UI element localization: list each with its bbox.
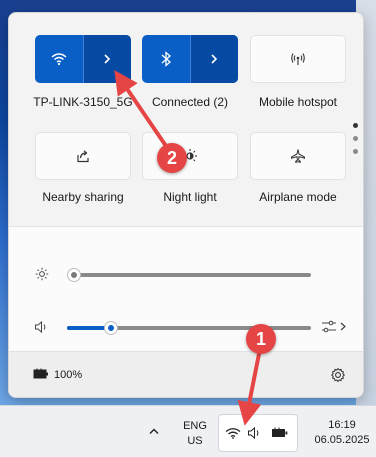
- page-dot-2[interactable]: [353, 136, 358, 141]
- bluetooth-label: Connected (2): [151, 95, 229, 109]
- battery-icon: [272, 427, 288, 437]
- airplane-mode-label: Airplane mode: [259, 190, 337, 204]
- hotspot-icon: [291, 53, 305, 65]
- chevron-right-icon: [104, 54, 111, 64]
- language-indicator[interactable]: ENG US: [178, 420, 212, 447]
- quick-settings-footer: 100%: [9, 351, 363, 397]
- share-icon: [77, 150, 89, 163]
- chevron-up-icon[interactable]: [148, 426, 160, 436]
- wifi-label: TP-LINK-3150_5G: [33, 95, 133, 109]
- page-dot-3[interactable]: [353, 149, 358, 154]
- page-indicator[interactable]: [353, 123, 359, 163]
- mobile-hotspot-tile[interactable]: [250, 35, 346, 83]
- sliders-section: [9, 226, 363, 352]
- volume-row: [9, 318, 363, 338]
- wifi-tile[interactable]: [35, 35, 131, 83]
- page-dot-1[interactable]: [353, 123, 358, 128]
- night-light-label: Night light: [163, 190, 217, 204]
- battery-percent: 100%: [54, 369, 83, 381]
- mobile-hotspot-label: Mobile hotspot: [258, 95, 338, 109]
- chevron-right-icon: [211, 54, 218, 64]
- wifi-icon: [51, 53, 67, 66]
- brightness-slider-thumb[interactable]: [67, 268, 81, 282]
- clock-time: 16:19: [328, 419, 356, 431]
- bluetooth-tile[interactable]: [142, 35, 238, 83]
- system-tray-button[interactable]: [218, 414, 298, 452]
- quick-settings-tiles: TP-LINK-3150_5G Connected (2) Mobile hot…: [9, 13, 363, 226]
- brightness-track[interactable]: [73, 273, 311, 277]
- airplane-mode-tile[interactable]: [250, 132, 346, 180]
- nearby-sharing-label: Nearby sharing: [42, 190, 124, 204]
- brightness-icon: [35, 267, 49, 281]
- sound-output-icon[interactable]: [320, 319, 348, 335]
- airplane-icon: [291, 149, 305, 163]
- bluetooth-toggle[interactable]: [142, 35, 190, 83]
- taskbar: ENG US 16:19 06.05.2025: [0, 405, 376, 457]
- clock-date: 06.05.2025: [314, 434, 370, 446]
- wifi-toggle[interactable]: [35, 35, 83, 83]
- quick-settings-panel: TP-LINK-3150_5G Connected (2) Mobile hot…: [8, 12, 364, 398]
- language-code: ENG: [183, 420, 207, 432]
- annotation-badge-1: 1: [246, 324, 276, 354]
- volume-icon[interactable]: [34, 320, 50, 334]
- keyboard-layout: US: [187, 435, 203, 447]
- annotation-badge-2: 2: [157, 143, 187, 173]
- wifi-icon: [225, 428, 241, 439]
- bluetooth-chevron-button[interactable]: [189, 35, 238, 83]
- battery-icon[interactable]: [33, 368, 49, 380]
- wifi-chevron-button[interactable]: [82, 35, 131, 83]
- volume-icon: [248, 426, 259, 440]
- nearby-sharing-tile[interactable]: [35, 132, 131, 180]
- clock[interactable]: 16:19 06.05.2025: [314, 419, 370, 446]
- bluetooth-icon: [161, 51, 171, 67]
- volume-slider-thumb[interactable]: [104, 321, 118, 335]
- settings-gear-icon[interactable]: [330, 367, 346, 383]
- brightness-row: [9, 265, 363, 285]
